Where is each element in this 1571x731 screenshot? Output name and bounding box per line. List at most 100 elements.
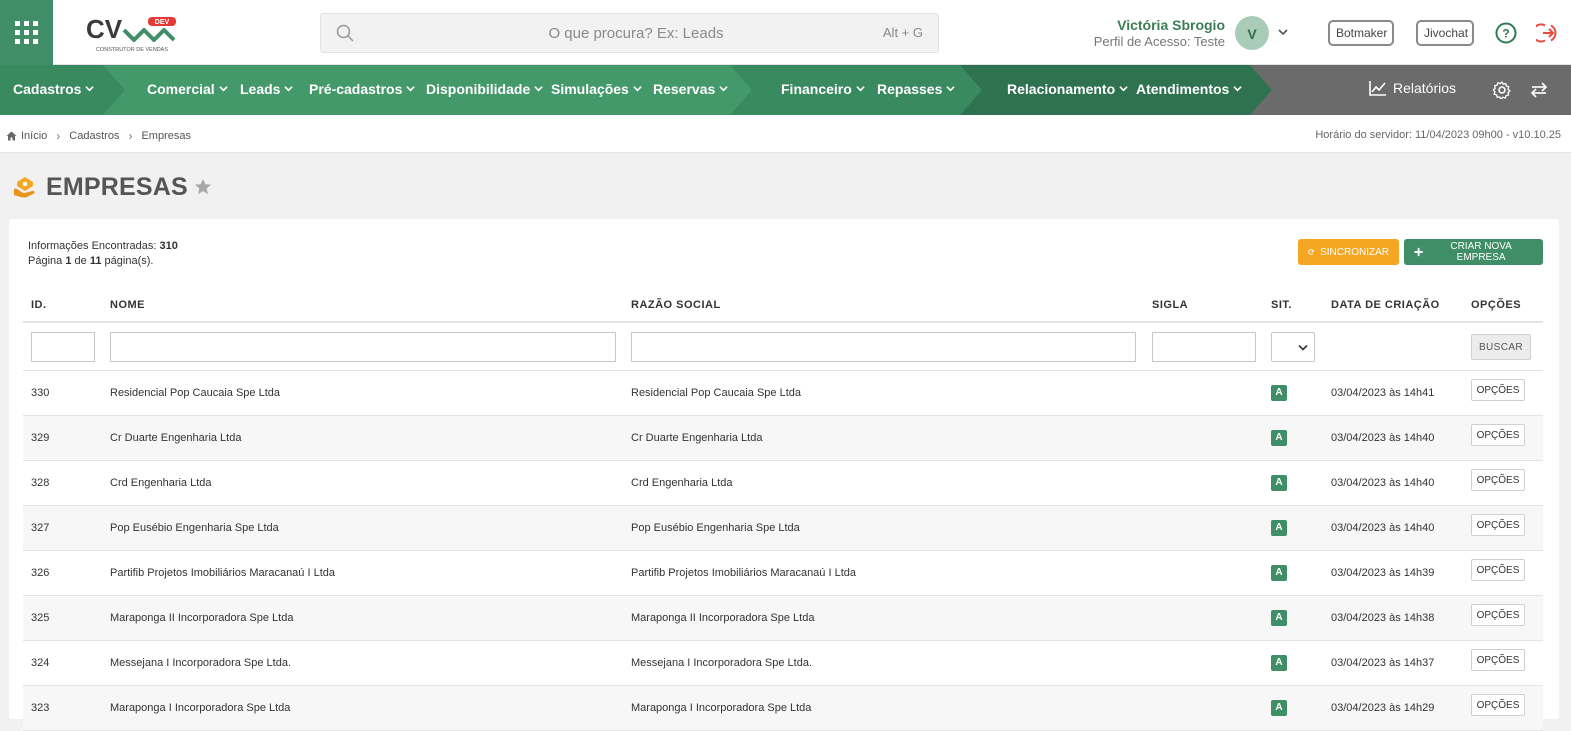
menu-relacionamento-label: Relacionamento — [1007, 81, 1116, 97]
sync-button[interactable]: SINCRONIZAR — [1298, 239, 1399, 265]
search-button[interactable]: BUSCAR — [1471, 334, 1531, 360]
row-options-button[interactable]: OPÇÕES — [1471, 424, 1525, 446]
cell-data-criacao: 03/04/2023 às 14h41 — [1331, 387, 1435, 399]
row-options-button[interactable]: OPÇÕES — [1471, 649, 1525, 671]
cell-razao-social: Maraponga I Incorporadora Spe Ltda — [631, 702, 812, 714]
row-options-button[interactable]: OPÇÕES — [1471, 379, 1525, 401]
results-found-label: Informações Encontradas: — [28, 240, 157, 252]
page-label: Página — [28, 255, 63, 267]
menu-leads[interactable]: Leads — [240, 81, 294, 97]
menu-financeiro[interactable]: Financeiro — [781, 81, 865, 97]
chevron-down-icon — [856, 86, 865, 92]
menu-atendimentos[interactable]: Atendimentos — [1136, 81, 1243, 97]
filter-razao-social-input[interactable] — [631, 332, 1136, 362]
column-header-id[interactable]: ID. — [31, 299, 47, 311]
table-row: 329 Cr Duarte Engenharia Ltda Cr Duarte … — [23, 416, 1543, 461]
breadcrumb-home[interactable]: Início — [21, 130, 47, 142]
status-badge: A — [1271, 565, 1287, 581]
chevron-right-icon: › — [128, 129, 133, 143]
grid-icon — [15, 21, 38, 44]
menu-financeiro-label: Financeiro — [781, 81, 852, 97]
column-header-nome[interactable]: NOME — [110, 299, 145, 311]
cell-razao-social: Partifib Projetos Imobiliários Maracanaú… — [631, 567, 856, 579]
jivochat-button[interactable]: Jivochat — [1416, 20, 1474, 46]
menu-pre-cadastros[interactable]: Pré-cadastros — [309, 81, 416, 97]
filter-id-input[interactable] — [31, 332, 95, 362]
menu-cadastros[interactable]: Cadastros — [13, 81, 95, 97]
page-suffix: página(s). — [104, 255, 154, 267]
table-row: 326 Partifib Projetos Imobiliários Marac… — [23, 551, 1543, 596]
row-options-button[interactable]: OPÇÕES — [1471, 469, 1525, 491]
cell-data-criacao: 03/04/2023 às 14h40 — [1331, 522, 1435, 534]
menu-reservas-label: Reservas — [653, 81, 716, 97]
menu-reservas[interactable]: Reservas — [653, 81, 728, 97]
cell-nome: Pop Eusébio Engenharia Spe Ltda — [110, 522, 279, 534]
chevron-down-icon — [946, 86, 956, 92]
menu-pre-cadastros-label: Pré-cadastros — [309, 81, 403, 97]
column-header-sigla[interactable]: SIGLA — [1152, 299, 1188, 311]
chevron-down-icon[interactable] — [1277, 26, 1289, 38]
search-input[interactable] — [381, 14, 801, 52]
cell-nome: Maraponga I Incorporadora Spe Ltda — [110, 702, 291, 714]
breadcrumb-cadastros[interactable]: Cadastros — [69, 130, 119, 142]
column-header-razao-social[interactable]: RAZÃO SOCIAL — [631, 299, 721, 311]
avatar[interactable]: V — [1235, 16, 1269, 50]
menu-comercial[interactable]: Comercial — [147, 81, 228, 97]
status-badge: A — [1271, 430, 1287, 446]
main-menu: Cadastros Comercial Leads Pré-cadastros … — [0, 65, 1571, 115]
chevron-right-icon: › — [56, 129, 61, 143]
status-badge: A — [1271, 475, 1287, 491]
cell-razao-social: Crd Engenharia Ltda — [631, 477, 733, 489]
cell-nome: Maraponga II Incorporadora Spe Ltda — [110, 612, 294, 624]
status-badge: A — [1271, 610, 1287, 626]
chevron-down-icon — [406, 86, 416, 92]
cell-id: 326 — [31, 567, 50, 579]
logo-tagline: CONSTRUTOR DE VENDAS — [96, 47, 168, 53]
menu-disponibilidade[interactable]: Disponibilidade — [426, 81, 543, 97]
logout-icon[interactable] — [1536, 21, 1560, 45]
cell-id: 328 — [31, 477, 50, 489]
column-header-data-criacao[interactable]: DATA DE CRIAÇÃO — [1331, 299, 1440, 311]
table-row: 327 Pop Eusébio Engenharia Spe Ltda Pop … — [23, 506, 1543, 551]
column-header-situacao[interactable]: SIT. — [1271, 299, 1292, 311]
refresh-icon — [1308, 249, 1314, 255]
filter-nome-input[interactable] — [110, 332, 616, 362]
search-shortcut-hint: Alt + G — [882, 25, 923, 40]
table-row: 324 Messejana I Incorporadora Spe Ltda. … — [23, 641, 1543, 686]
menu-relatorios[interactable]: Relatórios — [1369, 80, 1456, 96]
table-row: 325 Maraponga II Incorporadora Spe Ltda … — [23, 596, 1543, 641]
menu-repasses[interactable]: Repasses — [877, 81, 956, 97]
chevron-down-icon — [633, 86, 642, 92]
filter-sigla-input[interactable] — [1152, 332, 1256, 362]
cell-id: 329 — [31, 432, 50, 444]
gear-icon[interactable] — [1493, 81, 1511, 99]
sync-label: SINCRONIZAR — [1320, 246, 1389, 258]
filter-situacao-select[interactable] — [1271, 332, 1315, 362]
svg-text:?: ? — [1502, 27, 1509, 41]
row-options-button[interactable]: OPÇÕES — [1471, 604, 1525, 626]
help-icon[interactable]: ? — [1495, 22, 1517, 44]
logo[interactable]: CV DEV CONSTRUTOR DE VENDAS — [86, 14, 178, 54]
row-options-button[interactable]: OPÇÕES — [1471, 559, 1525, 581]
menu-relacionamento[interactable]: Relacionamento — [1007, 81, 1128, 97]
cell-razao-social: Cr Duarte Engenharia Ltda — [631, 432, 763, 444]
breadcrumb: Início › Cadastros › Empresas — [6, 129, 191, 143]
row-options-button[interactable]: OPÇÕES — [1471, 514, 1525, 536]
swap-arrows-icon[interactable] — [1530, 82, 1548, 98]
page-of: de — [74, 255, 87, 267]
menu-simulacoes[interactable]: Simulações — [551, 81, 642, 97]
plus-icon — [1414, 247, 1423, 257]
results-found-count: 310 — [159, 240, 178, 252]
table-header: ID. NOME RAZÃO SOCIAL SIGLA SIT. DATA DE… — [23, 291, 1543, 323]
menu-relatorios-label: Relatórios — [1393, 80, 1457, 96]
user-info[interactable]: Victória Sbrogio Perfil de Acesso: Teste — [1094, 17, 1225, 49]
star-icon[interactable] — [194, 178, 212, 196]
create-company-button[interactable]: CRIAR NOVA EMPRESA — [1404, 239, 1543, 265]
cell-nome: Messejana I Incorporadora Spe Ltda. — [110, 657, 292, 669]
botmaker-button[interactable]: Botmaker — [1328, 20, 1394, 46]
breadcrumb-current: Empresas — [141, 130, 191, 142]
server-time: Horário do servidor: 11/04/2023 09h00 - … — [1315, 129, 1561, 141]
menu-simulacoes-label: Simulações — [551, 81, 629, 97]
status-badge: A — [1271, 655, 1287, 671]
apps-menu-button[interactable] — [0, 0, 53, 65]
